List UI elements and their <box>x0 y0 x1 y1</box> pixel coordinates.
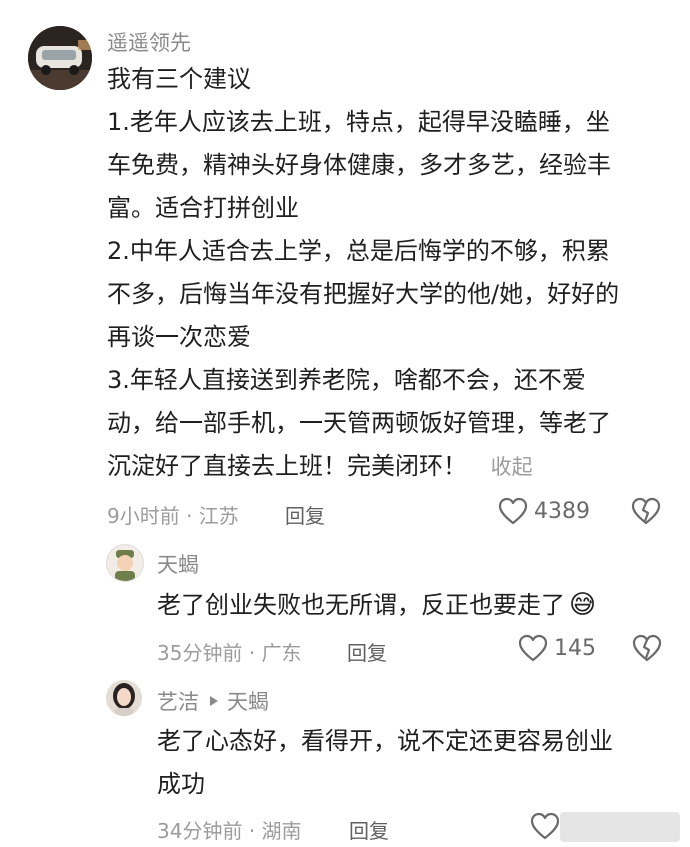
collapse-link[interactable]: 收起 <box>491 455 533 479</box>
comment-line: 沉淀好了直接去上班！完美闭环！ 收起 <box>107 445 677 489</box>
comment-text: 我有三个建议 1.老年人应该去上班，特点，起得早没瞌睡，坐 车免费，精神头好身体… <box>107 58 677 489</box>
reply-header: 艺洁 天蝎 <box>157 686 269 716</box>
reply-time-location: 34分钟前 · 湖南 <box>157 819 302 843</box>
reply-button[interactable]: 回复 <box>285 500 325 529</box>
like-button[interactable]: 145 <box>518 634 596 662</box>
comment-line: 再谈一次恋爱 <box>107 323 251 351</box>
reply-line: 老了心态好，看得开，说不定还更容易创业 <box>157 727 613 755</box>
dislike-button[interactable] <box>631 497 661 525</box>
reply-to-user[interactable]: 天蝎 <box>227 686 269 716</box>
comment-line: 2.中年人适合去上学，总是后悔学的不够，积累 <box>107 237 610 265</box>
broken-heart-icon <box>631 497 661 525</box>
reply-avatar[interactable] <box>106 680 142 716</box>
comment-author[interactable]: 遥遥领先 <box>107 27 191 57</box>
reply-time-location: 35分钟前 · 广东 <box>157 641 302 665</box>
like-count: 145 <box>554 635 596 661</box>
portrait-avatar-image <box>106 680 142 716</box>
comment-time-location: 9小时前 · 江苏 <box>107 504 239 528</box>
comment-line: 不多，后悔当年没有把握好大学的他/她，好好的 <box>107 280 620 308</box>
heart-outline-icon <box>498 497 528 525</box>
like-button[interactable] <box>530 812 560 840</box>
comment-line: 车免费，精神头好身体健康，多才多艺，经验丰 <box>107 151 611 179</box>
heart-outline-icon <box>530 812 560 840</box>
like-button[interactable]: 4389 <box>498 497 590 525</box>
comment-line: 我有三个建议 <box>107 65 251 93</box>
broken-heart-icon <box>632 634 662 662</box>
reply-author[interactable]: 艺洁 <box>157 686 199 716</box>
watermark-overlay <box>560 812 680 842</box>
cartoon-avatar-image <box>107 545 143 581</box>
reply-button[interactable]: 回复 <box>349 815 389 844</box>
reply-text: 老了创业失败也无所谓，反正也要走了 😅 <box>157 584 596 627</box>
sweat-smile-emoji: 😅 <box>569 590 597 620</box>
reply-button[interactable]: 回复 <box>347 637 387 666</box>
heart-outline-icon <box>518 634 548 662</box>
comment-line: 1.老年人应该去上班，特点，起得早没瞌睡，坐 <box>107 108 610 136</box>
reply-text-content: 老了创业失败也无所谓，反正也要走了 <box>157 591 565 619</box>
dislike-button[interactable] <box>632 634 662 662</box>
avatar[interactable] <box>28 26 92 90</box>
reply-line: 成功 <box>157 770 205 798</box>
play-arrow-icon <box>209 695 219 707</box>
reply-author[interactable]: 天蝎 <box>157 549 199 579</box>
comment-line: 动，给一部手机，一天管两顿饭好管理，等老了 <box>107 409 611 437</box>
reply-text: 老了心态好，看得开，说不定还更容易创业 成功 <box>157 720 677 806</box>
car-avatar-image <box>28 26 92 90</box>
reply-avatar[interactable] <box>106 544 144 582</box>
like-count: 4389 <box>534 498 590 524</box>
comment-line-text: 沉淀好了直接去上班！完美闭环！ <box>107 452 467 480</box>
comment-line: 3.年轻人直接送到养老院，啥都不会，还不爱 <box>107 366 586 394</box>
comment-line: 富。适合打拼创业 <box>107 194 299 222</box>
